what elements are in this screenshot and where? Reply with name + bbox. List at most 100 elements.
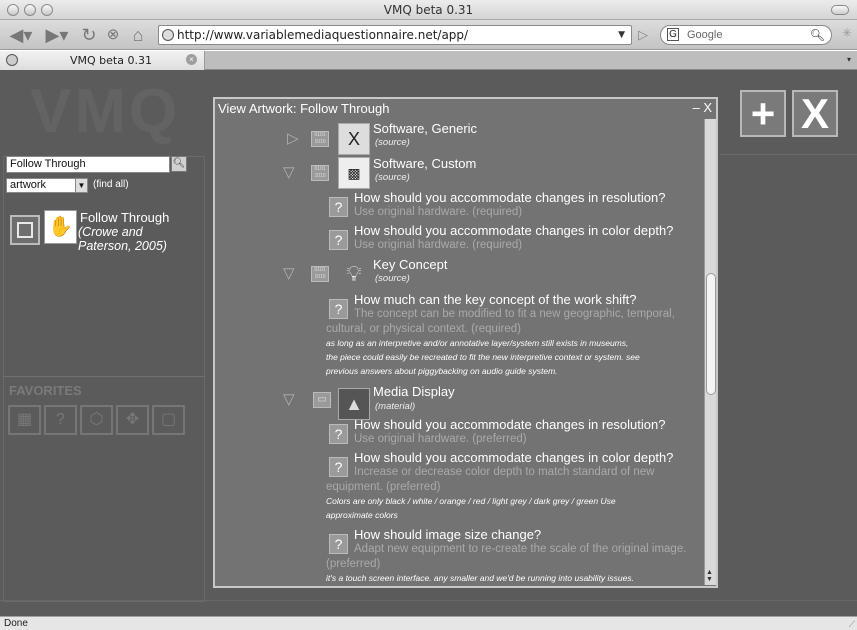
collapse-triangle-icon[interactable]: ▽ — [283, 390, 295, 408]
question-icon[interactable]: ? — [329, 197, 348, 217]
find-all-link[interactable]: (find all) — [93, 179, 129, 190]
browser-toolbar: ◀▾ ▶▾ ↻ ⊗ ⌂ http://www.variablemediaques… — [0, 20, 857, 50]
resize-grip-icon[interactable]: ⟋ — [849, 618, 855, 630]
software-binary-icon: 0101 1010 — [311, 131, 329, 147]
search-engine-field[interactable]: G Google 🔍︎ — [660, 25, 832, 45]
tab-bar: VMQ beta 0.31 × ▾ — [0, 51, 857, 70]
right-divider — [720, 154, 857, 155]
artwork-hand-thumbnail[interactable]: ✋ — [44, 210, 77, 244]
favorite-frame-icon[interactable]: ▢ — [152, 405, 185, 435]
question-text: How should image size change? — [354, 527, 542, 542]
forward-button[interactable]: ▶▾ — [40, 24, 74, 46]
collapse-triangle-icon[interactable]: ▽ — [283, 163, 295, 181]
close-app-button[interactable]: X — [792, 90, 838, 137]
tab-label: VMQ beta 0.31 — [70, 54, 152, 67]
media-display-thumbnail: ▲ — [338, 388, 370, 420]
component-source: (source) — [375, 273, 410, 284]
component-title[interactable]: Software, Generic — [373, 121, 477, 136]
favorites-label: FAVORITES — [9, 383, 82, 398]
software-binary-icon: 0101 1010 — [311, 165, 329, 181]
back-button[interactable]: ◀▾ — [4, 24, 38, 46]
vmq-logo: VMQ — [30, 77, 181, 146]
tab-list-menu-icon[interactable]: ▾ — [843, 53, 855, 67]
toolbar-toggle-button[interactable] — [831, 5, 849, 15]
search-icon[interactable]: 🔍︎ — [810, 26, 825, 44]
question-icon[interactable]: ? — [329, 230, 348, 250]
component-title[interactable]: Software, Custom — [373, 156, 476, 171]
modal-scrollbar[interactable]: ▲ ▼ — [704, 119, 716, 585]
status-bar: Done ⟋ — [0, 616, 857, 630]
favorite-box-icon[interactable]: ⬡ — [80, 405, 113, 435]
artwork-search-button[interactable]: 🔍︎ — [171, 156, 187, 172]
expand-triangle-icon[interactable]: ▷ — [287, 129, 299, 147]
question-icon[interactable]: ? — [329, 457, 348, 477]
question-text: How should you accommodate changes in re… — [354, 417, 666, 432]
search-engine-placeholder: Google — [687, 29, 723, 41]
answer-text: The concept can be modified to fit a new… — [354, 308, 675, 320]
component-title[interactable]: Key Concept — [373, 257, 447, 272]
question-text: How should you accommodate changes in co… — [354, 450, 674, 465]
question-icon[interactable]: ? — [329, 299, 348, 319]
favicon-globe-icon — [6, 54, 18, 66]
component-source: (source) — [375, 137, 410, 148]
answer-note: previous answers about piggybacking on a… — [326, 366, 558, 376]
answer-text: Use original hardware. (required) — [354, 206, 523, 218]
component-title[interactable]: Media Display — [373, 384, 455, 399]
app-area: VMQ Follow Through 🔍︎ artwork ▼ (find al… — [0, 70, 857, 616]
modal-title: View Artwork: Follow Through — [218, 101, 390, 116]
result-title[interactable]: Follow Through — [80, 210, 169, 225]
reload-icon[interactable]: ↻ — [78, 24, 100, 46]
question-icon[interactable]: ? — [329, 424, 348, 444]
type-select[interactable]: artwork ▼ — [6, 178, 88, 193]
artwork-frame-icon[interactable] — [10, 215, 40, 245]
software-generic-thumbnail: X — [338, 123, 370, 155]
view-artwork-modal: View Artwork: Follow Through – X ▷ 0101 1… — [213, 97, 718, 588]
go-arrow-icon[interactable]: ▷ — [638, 27, 648, 43]
add-button[interactable]: + — [740, 90, 786, 137]
type-select-value: artwork — [10, 179, 47, 191]
tab-close-icon[interactable]: × — [186, 54, 197, 65]
lightbulb-icon: 💡︎ — [346, 261, 362, 286]
answer-text: Use original hardware. (required) — [354, 239, 523, 251]
component-source: (source) — [375, 172, 410, 183]
window-titlebar: VMQ beta 0.31 — [0, 0, 857, 20]
activity-spinner-icon: ✳ — [842, 26, 853, 40]
artwork-search-input[interactable]: Follow Through — [6, 156, 170, 173]
status-text: Done — [4, 618, 28, 629]
question-text: How should you accommodate changes in re… — [354, 190, 666, 205]
question-text: How should you accommodate changes in co… — [354, 223, 674, 238]
url-text: http://www.variablemediaquestionnaire.ne… — [177, 28, 469, 42]
scrollbar-thumb[interactable] — [706, 273, 716, 395]
google-g-icon[interactable]: G — [667, 28, 679, 41]
favorite-puzzle-icon[interactable]: ✥ — [116, 405, 149, 435]
answer-text: Adapt new equipment to re-create the sca… — [354, 543, 687, 555]
answer-text-cont: equipment. (preferred) — [326, 481, 441, 493]
answer-text-cont: cultural, or physical context. (required… — [326, 323, 521, 335]
window-title: VMQ beta 0.31 — [383, 3, 474, 17]
qr-code-thumbnail: ▩ — [338, 157, 370, 189]
chevron-down-icon: ▼ — [75, 179, 87, 192]
answer-note: Colors are only black / white / orange /… — [326, 496, 616, 506]
answer-note: the piece could easily be recreated to f… — [326, 352, 640, 362]
footer-divider — [0, 600, 857, 601]
stop-icon[interactable]: ⊗ — [102, 24, 124, 46]
favorite-question-icon[interactable]: ? — [44, 405, 77, 435]
answer-note: as long as an interpretive and/or annota… — [326, 338, 629, 348]
question-text: How much can the key concept of the work… — [354, 292, 637, 307]
tab-vmq[interactable]: VMQ beta 0.31 × — [0, 51, 205, 70]
scroll-arrows-icon[interactable]: ▲ ▼ — [706, 569, 713, 583]
answer-text: Use original hardware. (preferred) — [354, 433, 527, 445]
collapse-triangle-icon[interactable]: ▽ — [283, 264, 295, 282]
favorites-divider — [3, 376, 205, 377]
answer-note: approximate colors — [326, 510, 398, 520]
answer-text-cont: (preferred) — [326, 558, 381, 570]
answer-text: Increase or decrease color depth to matc… — [354, 466, 655, 478]
url-field[interactable]: http://www.variablemediaquestionnaire.ne… — [158, 25, 632, 45]
favorite-hardware-icon[interactable]: ▦ — [8, 405, 41, 435]
globe-icon — [162, 29, 174, 41]
home-icon[interactable]: ⌂ — [126, 24, 150, 46]
monitor-icon: ▭ — [313, 392, 331, 408]
modal-close-button[interactable]: – X — [692, 100, 712, 115]
url-dropdown-icon[interactable]: ▼ — [618, 26, 625, 44]
question-icon[interactable]: ? — [329, 534, 348, 554]
